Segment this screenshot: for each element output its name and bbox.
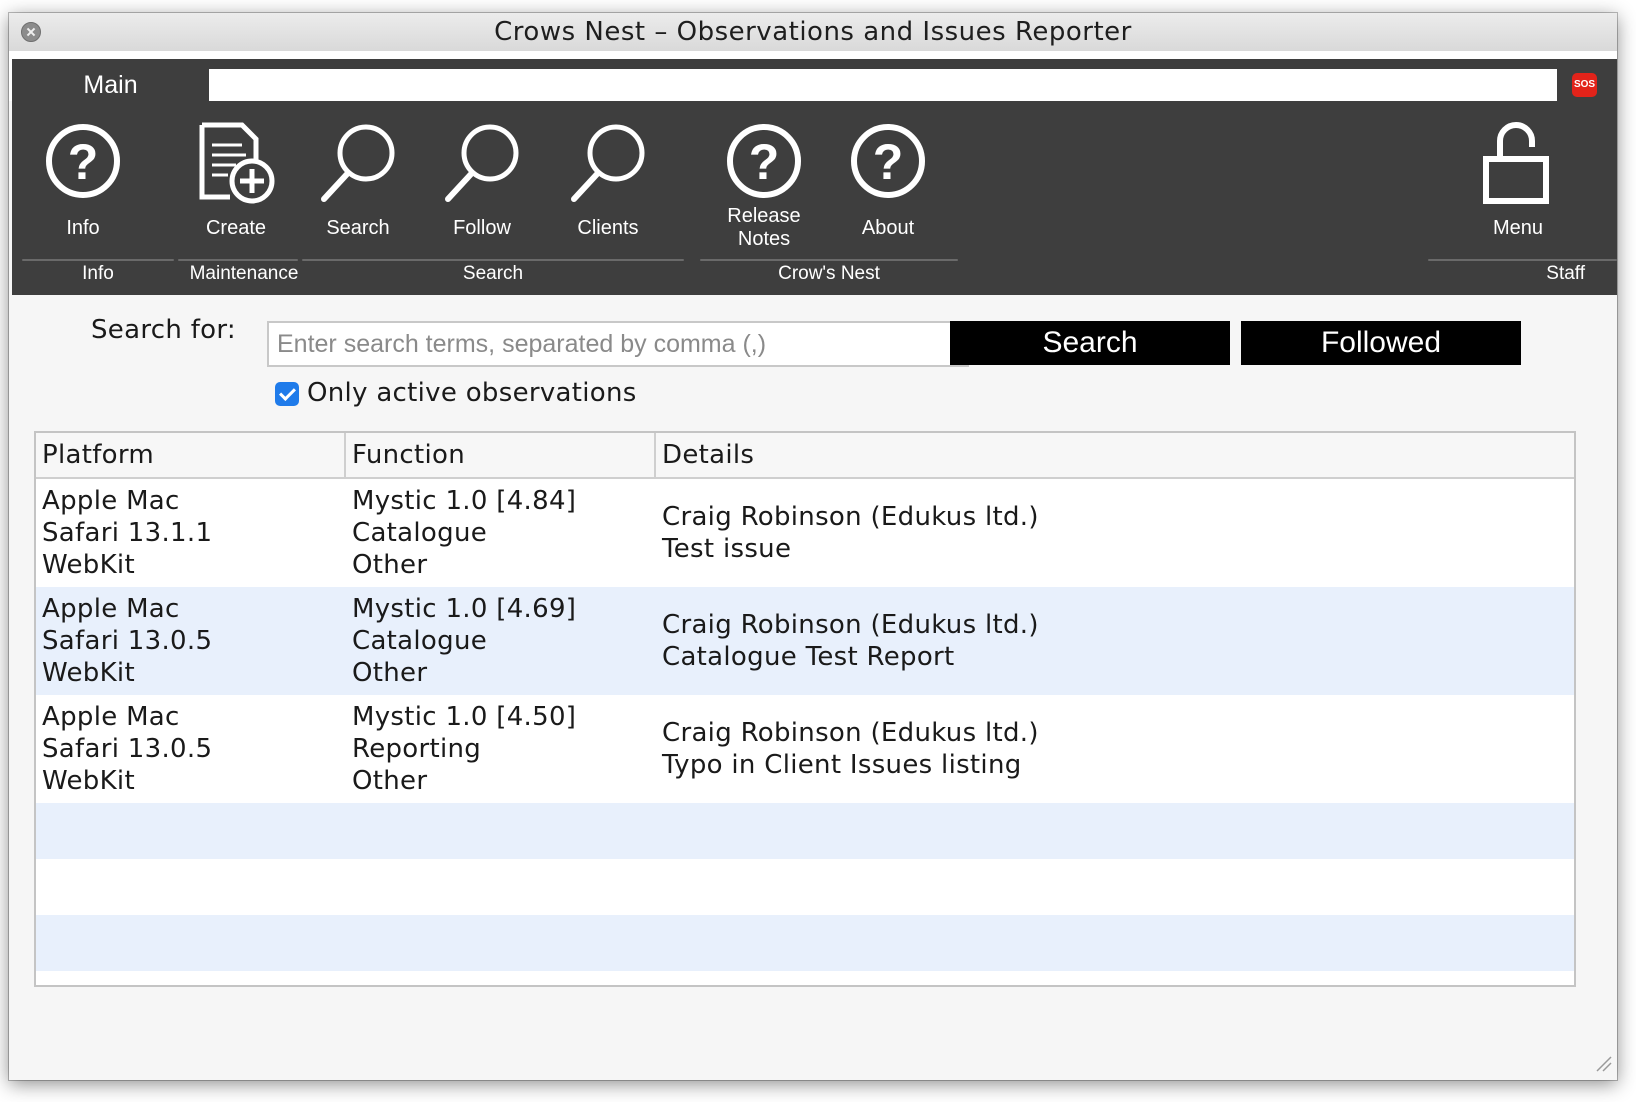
about-label: About	[861, 217, 915, 239]
search-tool-label: Search	[326, 217, 390, 239]
group-label-search: Search	[462, 263, 524, 284]
tab-bar-stripe	[12, 59, 1617, 69]
window-title: Crows Nest – Observations and Issues Rep…	[494, 17, 1132, 47]
followed-button[interactable]: Followed	[1241, 321, 1521, 365]
cell-function: Mystic 1.0 [4.84] Catalogue Other	[352, 485, 648, 581]
function-line: Other	[352, 658, 428, 688]
magnifier-icon	[571, 124, 645, 202]
cell-platform: Apple Mac Safari 13.0.5 WebKit	[42, 593, 338, 689]
header-function[interactable]: Function	[346, 433, 656, 477]
svg-text:?: ?	[68, 134, 99, 190]
info-button[interactable]: ? Info	[25, 101, 141, 253]
resize-grip-icon[interactable]	[1593, 1053, 1613, 1073]
svg-text:?: ?	[749, 134, 780, 190]
magnifier-icon	[445, 124, 519, 202]
group-label-info: Info	[82, 263, 114, 284]
title-bar: Crows Nest – Observations and Issues Rep…	[9, 13, 1617, 52]
release-notes-button[interactable]: ? Release Notes	[706, 101, 822, 253]
follow-button[interactable]: Follow	[424, 101, 540, 253]
create-label: Create	[205, 217, 267, 239]
tab-main[interactable]: Main	[12, 69, 209, 101]
empty-row	[36, 915, 1574, 971]
platform-line: WebKit	[42, 658, 135, 688]
cell-function: Mystic 1.0 [4.50] Reporting Other	[352, 701, 648, 797]
menu-label: Menu	[1492, 217, 1544, 239]
platform-line: Apple Mac	[42, 486, 180, 516]
function-line: Other	[352, 766, 428, 796]
release-notes-label: Release Notes	[706, 205, 822, 251]
search-button[interactable]: Search	[950, 321, 1230, 365]
search-tool-button[interactable]: Search	[300, 101, 416, 253]
function-line: Mystic 1.0 [4.84]	[352, 486, 577, 516]
table-row[interactable]: Apple Mac Safari 13.0.5 WebKit Mystic 1.…	[36, 587, 1574, 695]
header-platform[interactable]: Platform	[36, 433, 346, 477]
function-line: Mystic 1.0 [4.69]	[352, 594, 577, 624]
group-label-staff: Staff	[1428, 263, 1617, 285]
staff-text: Staff	[1546, 263, 1585, 284]
details-line: Test issue	[662, 534, 792, 564]
menu-button[interactable]: Menu	[1460, 101, 1576, 253]
group-line-info	[22, 259, 174, 261]
tab-bar: Main	[9, 51, 1617, 101]
info-label: Info	[66, 217, 100, 239]
details-line: Catalogue Test Report	[662, 642, 955, 672]
app-window: Crows Nest – Observations and Issues Rep…	[9, 13, 1617, 1080]
create-button[interactable]: Create	[178, 101, 294, 253]
group-label-maintenance: Maintenance	[189, 263, 299, 284]
release-notes-label-line2: Notes	[737, 228, 791, 250]
magnifier-icon	[321, 124, 395, 202]
group-line-search	[302, 259, 684, 261]
details-line: Craig Robinson (Edukus ltd.)	[662, 610, 1039, 640]
function-line: Reporting	[352, 734, 482, 764]
follow-label: Follow	[453, 217, 511, 239]
about-button[interactable]: ? About	[830, 101, 946, 253]
clients-button[interactable]: Clients	[550, 101, 666, 253]
platform-line: WebKit	[42, 766, 135, 796]
cell-details: Craig Robinson (Edukus ltd.) Typo in Cli…	[662, 717, 1562, 781]
question-circle-icon: ?	[727, 124, 801, 198]
details-line: Craig Robinson (Edukus ltd.)	[662, 718, 1039, 748]
function-line: Catalogue	[352, 626, 488, 656]
platform-line: Safari 13.0.5	[42, 626, 213, 656]
header-details[interactable]: Details	[656, 433, 1574, 477]
clients-label: Clients	[577, 217, 639, 239]
release-notes-label-line1: Release	[727, 205, 801, 227]
search-for-label: Search for:	[91, 315, 236, 345]
platform-line: WebKit	[42, 550, 135, 580]
search-input[interactable]	[267, 321, 969, 367]
question-circle-icon: ?	[851, 124, 925, 198]
cell-function: Mystic 1.0 [4.69] Catalogue Other	[352, 593, 648, 689]
only-active-label: Only active observations	[307, 378, 637, 408]
group-label-crows-nest: Crow's Nest	[778, 263, 880, 284]
group-line-maintenance	[178, 259, 298, 261]
cell-platform: Apple Mac Safari 13.1.1 WebKit	[42, 485, 338, 581]
details-line: Typo in Client Issues listing	[662, 750, 1022, 780]
platform-line: Apple Mac	[42, 594, 180, 624]
function-line: Other	[352, 550, 428, 580]
sos-icon[interactable]: SOS	[1572, 73, 1597, 97]
table-row[interactable]: Apple Mac Safari 13.1.1 WebKit Mystic 1.…	[36, 479, 1574, 587]
question-circle-icon: ?	[46, 124, 120, 198]
platform-line: Safari 13.0.5	[42, 734, 213, 764]
padlock-icon	[1483, 122, 1549, 204]
group-line-staff	[1428, 259, 1617, 261]
cell-platform: Apple Mac Safari 13.0.5 WebKit	[42, 701, 338, 797]
table-row[interactable]: Apple Mac Safari 13.0.5 WebKit Mystic 1.…	[36, 695, 1574, 803]
empty-row	[36, 859, 1574, 915]
function-line: Catalogue	[352, 518, 488, 548]
platform-line: Apple Mac	[42, 702, 180, 732]
ribbon-toolbar: ? Info Create Search Follow Clients ? Re…	[12, 101, 1617, 295]
document-add-icon	[199, 122, 275, 204]
group-line-crows-nest	[700, 259, 958, 261]
platform-line: Safari 13.1.1	[42, 518, 213, 548]
table-header: Platform Function Details	[36, 433, 1574, 479]
details-line: Craig Robinson (Edukus ltd.)	[662, 502, 1039, 532]
svg-text:?: ?	[873, 134, 904, 190]
function-line: Mystic 1.0 [4.50]	[352, 702, 577, 732]
only-active-checkbox[interactable]	[275, 382, 299, 406]
observations-table: Platform Function Details Apple Mac Safa…	[34, 431, 1576, 987]
empty-row	[36, 803, 1574, 859]
cell-details: Craig Robinson (Edukus ltd.) Catalogue T…	[662, 609, 1562, 673]
cell-details: Craig Robinson (Edukus ltd.) Test issue	[662, 501, 1562, 565]
